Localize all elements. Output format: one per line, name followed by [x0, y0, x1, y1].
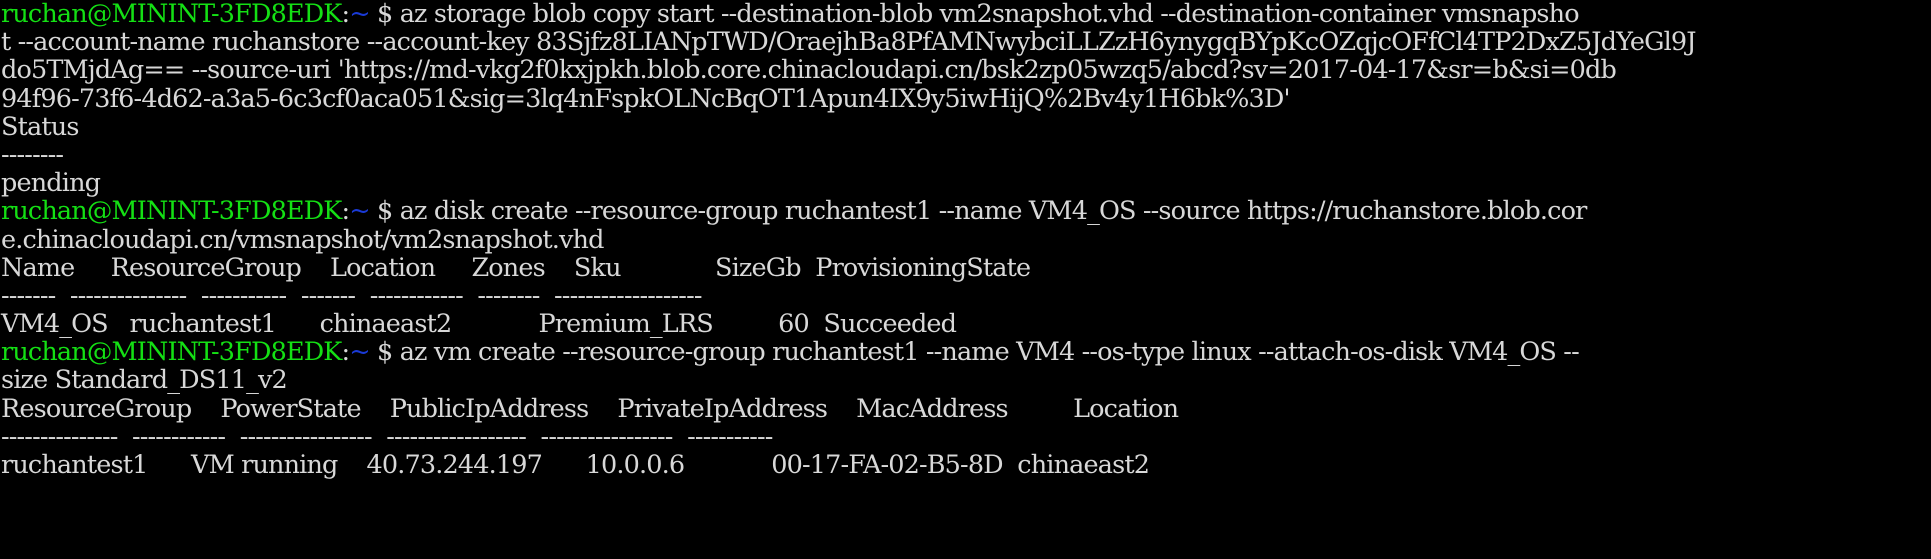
- terminal-output-line: ------- --------------- ----------- ----…: [1, 282, 1931, 310]
- terminal-output-line: Status: [1, 113, 1931, 141]
- terminal-command-text: az storage blob copy start --destination…: [392, 0, 1580, 29]
- terminal-output-line: pending: [1, 169, 1931, 197]
- terminal-output-text: t --account-name ruchanstore --account-k…: [1, 27, 1697, 58]
- prompt-working-directory: ~: [349, 196, 370, 227]
- terminal-output-text: size Standard_DS11_v2: [1, 365, 288, 396]
- terminal-output-text: Status: [1, 111, 79, 142]
- terminal-output-text: e.chinacloudapi.cn/vmsnapshot/vm2snapsho…: [1, 224, 604, 255]
- terminal-command-text: az vm create --resource-group ruchantest…: [392, 337, 1580, 368]
- terminal-output-line: t --account-name ruchanstore --account-k…: [1, 28, 1931, 56]
- terminal-output-text: Name ResourceGroup Location Zones Sku Si…: [1, 252, 1031, 283]
- terminal-output-line: --------------- ------------ -----------…: [1, 423, 1931, 451]
- terminal-output-line: ruchantest1 VM running 40.73.244.197 10.…: [1, 451, 1931, 479]
- terminal-output-text: --------: [1, 139, 64, 170]
- prompt-sigil: $: [369, 196, 393, 227]
- terminal-output-line: --------: [1, 141, 1931, 169]
- terminal-command-line: ruchan@MININT-3FD8EDK:~ $ az disk create…: [1, 197, 1931, 225]
- terminal-output-line: do5TMjdAg== --source-uri 'https://md-vkg…: [1, 56, 1931, 84]
- terminal-output-text: pending: [1, 168, 101, 199]
- terminal-output-text: do5TMjdAg== --source-uri 'https://md-vkg…: [1, 55, 1617, 86]
- terminal-output-line: 94f96-73f6-4d62-a3a5-6c3cf0aca051&sig=3l…: [1, 83, 1931, 114]
- terminal-output-text: ResourceGroup PowerState PublicIpAddress…: [1, 393, 1179, 424]
- terminal-output-text: ------- --------------- ----------- ----…: [1, 280, 702, 311]
- terminal-output-line: Name ResourceGroup Location Zones Sku Si…: [1, 254, 1931, 282]
- terminal-output-text: 94f96-73f6-4d62-a3a5-6c3cf0aca051&sig=3l…: [1, 83, 1291, 114]
- terminal-command-line: ruchan@MININT-3FD8EDK:~ $ az storage blo…: [1, 0, 1931, 28]
- terminal-output-text: --------------- ------------ -----------…: [1, 421, 773, 452]
- prompt-sigil: $: [369, 337, 393, 368]
- prompt-sigil: $: [369, 0, 393, 29]
- prompt-user-host: ruchan@MININT-3FD8EDK: [1, 0, 342, 29]
- prompt-working-directory: ~: [349, 337, 370, 368]
- prompt-working-directory: ~: [349, 0, 370, 29]
- prompt-user-host: ruchan@MININT-3FD8EDK: [1, 337, 342, 368]
- terminal-output-line: e.chinacloudapi.cn/vmsnapshot/vm2snapsho…: [1, 224, 1931, 255]
- terminal-command-line: ruchan@MININT-3FD8EDK:~ $ az vm create -…: [1, 338, 1931, 366]
- terminal-screen[interactable]: ruchan@MININT-3FD8EDK:~ $ az storage blo…: [0, 0, 1931, 559]
- prompt-user-host: ruchan@MININT-3FD8EDK: [1, 196, 342, 227]
- terminal-output-line: VM4_OS ruchantest1 chinaeast2 Premium_LR…: [1, 310, 1931, 338]
- terminal-output-text: ruchantest1 VM running 40.73.244.197 10.…: [1, 450, 1150, 480]
- terminal-command-text: az disk create --resource-group ruchante…: [392, 196, 1588, 227]
- terminal-output-text: VM4_OS ruchantest1 chinaeast2 Premium_LR…: [1, 309, 957, 340]
- terminal-output-line: size Standard_DS11_v2: [1, 366, 1931, 394]
- terminal-output-line: ResourceGroup PowerState PublicIpAddress…: [1, 395, 1931, 423]
